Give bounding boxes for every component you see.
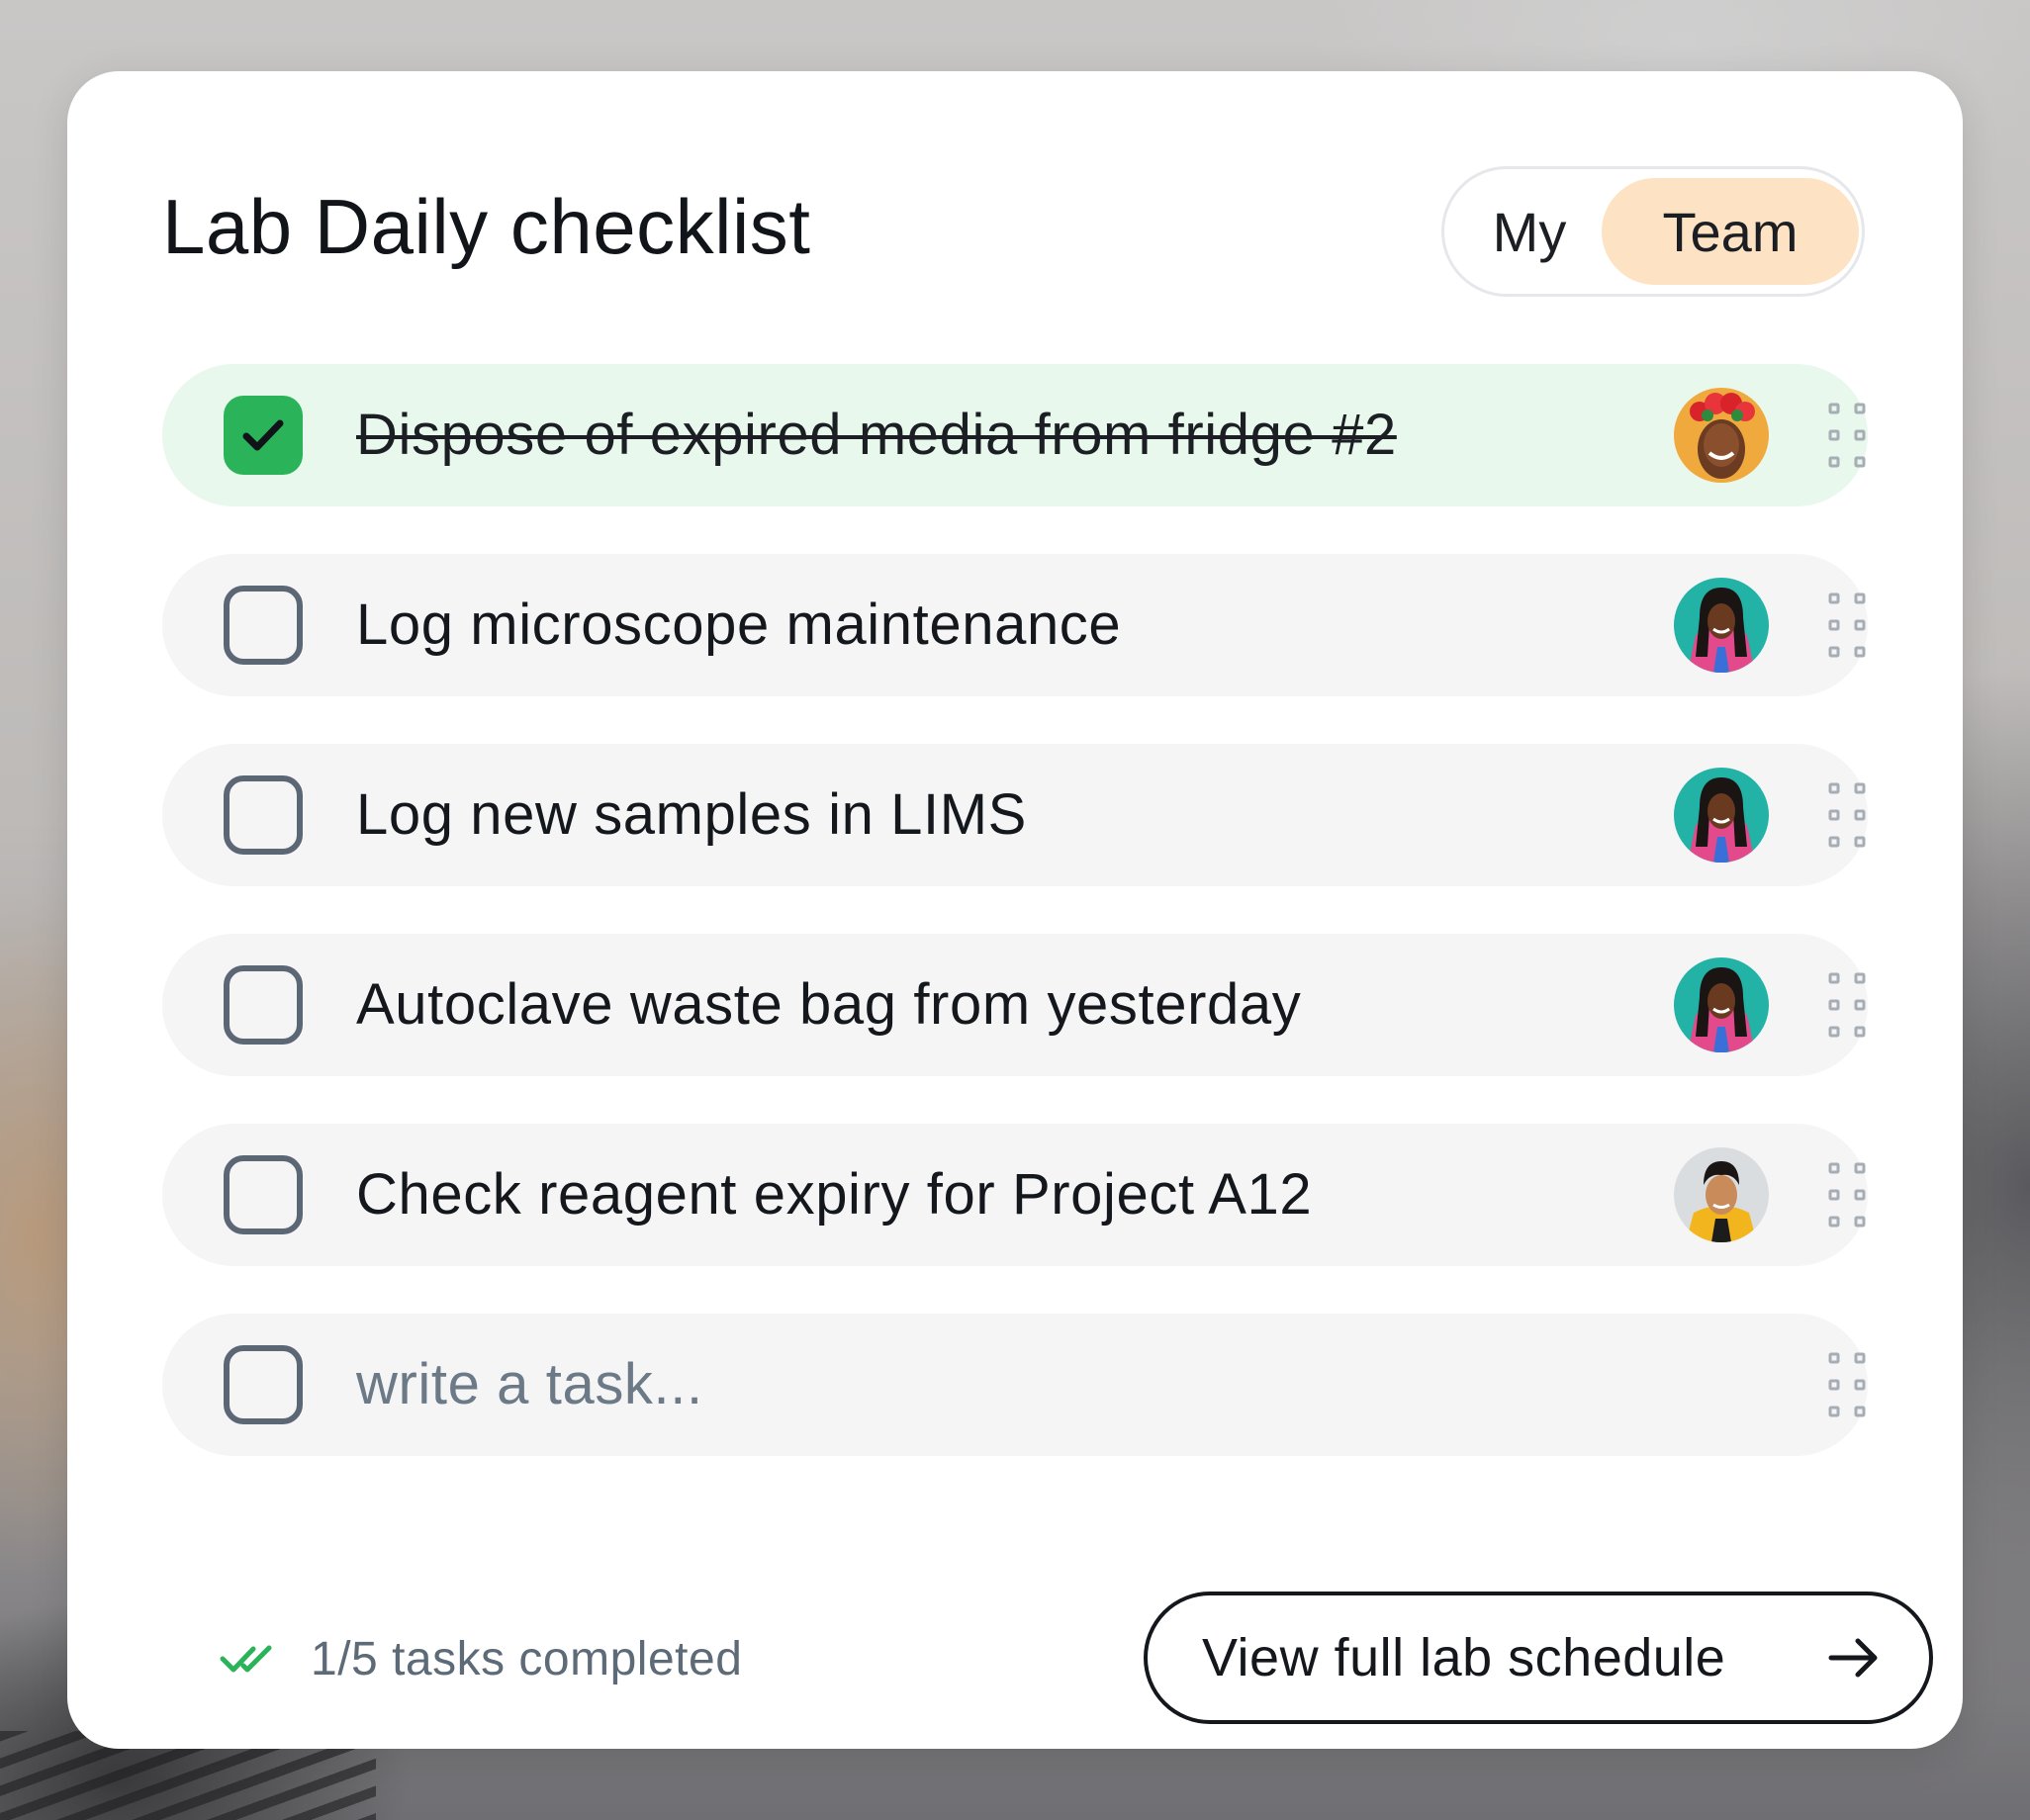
double-check-icon (220, 1645, 272, 1673)
task-label[interactable]: Check reagent expiry for Project A12 (356, 1124, 1312, 1266)
toggle-my[interactable]: My (1460, 178, 1599, 285)
drag-handle-icon[interactable] (1827, 971, 1867, 1039)
task-checkbox[interactable] (224, 775, 303, 855)
new-task-row: write a task... (162, 1314, 1868, 1456)
task-label[interactable]: Autoclave waste bag from yesterday (356, 934, 1301, 1076)
task-label[interactable]: Dispose of expired media from fridge #2 (356, 364, 1397, 506)
drag-handle-icon[interactable] (1827, 1161, 1867, 1228)
view-schedule-button[interactable]: View full lab schedule (1144, 1592, 1933, 1724)
view-schedule-label: View full lab schedule (1202, 1628, 1726, 1687)
drag-handle-icon[interactable] (1827, 1351, 1867, 1418)
toggle-team[interactable]: Team (1602, 178, 1859, 285)
checklist-card: Lab Daily checklist My Team Dispose of e… (67, 71, 1963, 1749)
checkmark-icon (242, 419, 284, 451)
page-title: Lab Daily checklist (162, 183, 811, 270)
assignee-avatar[interactable] (1674, 957, 1769, 1052)
drag-handle-icon[interactable] (1827, 592, 1867, 659)
new-task-input[interactable]: write a task... (356, 1314, 703, 1456)
my-team-toggle: My Team (1441, 166, 1865, 297)
completion-status: 1/5 tasks completed (220, 1622, 742, 1695)
task-label[interactable]: Log microscope maintenance (356, 554, 1121, 696)
assignee-avatar[interactable] (1674, 1147, 1769, 1242)
drag-handle-icon[interactable] (1827, 402, 1867, 469)
task-checkbox[interactable] (224, 1155, 303, 1234)
drag-handle-icon[interactable] (1827, 781, 1867, 849)
completion-status-text: 1/5 tasks completed (311, 1632, 743, 1685)
task-checkbox[interactable] (224, 965, 303, 1045)
task-row: Check reagent expiry for Project A12 (162, 1124, 1868, 1266)
task-checkbox[interactable] (224, 1345, 303, 1424)
assignee-avatar[interactable] (1674, 768, 1769, 863)
assignee-avatar[interactable] (1674, 388, 1769, 483)
task-row: Autoclave waste bag from yesterday (162, 934, 1868, 1076)
arrow-right-icon (1828, 1638, 1878, 1678)
task-checkbox-checked[interactable] (224, 396, 303, 475)
task-label[interactable]: Log new samples in LIMS (356, 744, 1027, 886)
task-row: Dispose of expired media from fridge #2 (162, 364, 1868, 506)
task-checkbox[interactable] (224, 586, 303, 665)
task-row: Log new samples in LIMS (162, 744, 1868, 886)
assignee-avatar[interactable] (1674, 578, 1769, 673)
task-row: Log microscope maintenance (162, 554, 1868, 696)
